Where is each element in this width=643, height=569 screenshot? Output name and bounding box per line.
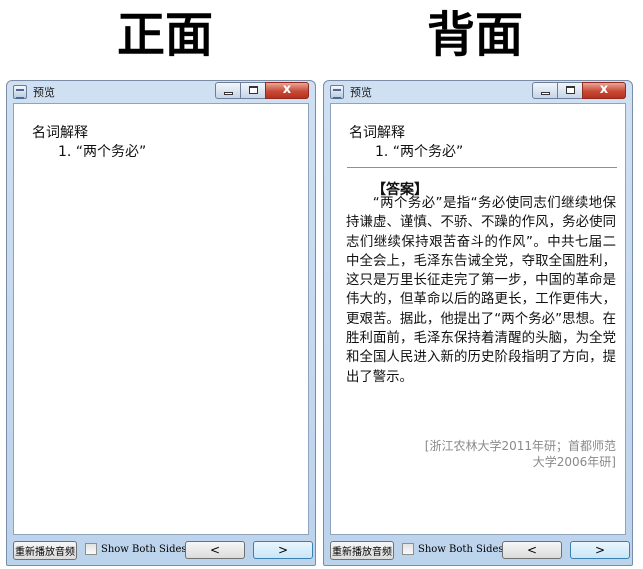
replay-audio-button[interactable]: 重新播放音频 bbox=[13, 541, 77, 560]
window-title: 预览 bbox=[350, 86, 372, 99]
show-both-sides-checkbox[interactable] bbox=[402, 543, 414, 555]
app-icon bbox=[13, 85, 27, 99]
show-both-sides-toggle[interactable]: Show Both Sides bbox=[402, 543, 504, 555]
card-content: 名词解释 1. “两个务必” 【答案】 “两个务必”是指“务必使同志们继续地保持… bbox=[330, 103, 626, 535]
card-prompt: 1. “两个务必” bbox=[375, 144, 464, 160]
window-controls: x bbox=[532, 82, 626, 99]
bottom-bar: 重新播放音频 Show Both Sides < > bbox=[7, 535, 315, 565]
show-both-sides-label: Show Both Sides bbox=[101, 543, 187, 555]
minimize-button[interactable] bbox=[215, 82, 241, 99]
preview-window-back: 预览 x 名词解释 1. “两个务必” 【答案】 “两个务必”是指“务必使同志们… bbox=[323, 80, 633, 566]
bottom-bar: 重新播放音频 Show Both Sides < > bbox=[324, 535, 632, 565]
minimize-button[interactable] bbox=[532, 82, 558, 99]
previous-button[interactable]: < bbox=[502, 541, 562, 559]
close-icon: x bbox=[599, 82, 609, 97]
answer-text: “两个务必”是指“务必使同志们继续地保持谦虚、谨慎、不骄、不躁的作风，务必使同志… bbox=[346, 196, 616, 385]
app-icon bbox=[330, 85, 344, 99]
minimize-icon bbox=[224, 92, 233, 95]
back-side-label: 背面 bbox=[426, 7, 523, 63]
window-title: 预览 bbox=[33, 86, 55, 99]
maximize-button[interactable] bbox=[557, 82, 583, 99]
replay-audio-button[interactable]: 重新播放音频 bbox=[330, 541, 394, 560]
front-side-label: 正面 bbox=[116, 7, 213, 63]
card-word: 名词解释 bbox=[32, 125, 88, 141]
card-word: 名词解释 bbox=[349, 125, 405, 141]
card-content: 名词解释 1. “两个务必” bbox=[13, 103, 309, 535]
close-icon: x bbox=[282, 82, 292, 97]
show-both-sides-checkbox[interactable] bbox=[85, 543, 97, 555]
window-controls: x bbox=[215, 82, 309, 99]
show-both-sides-label: Show Both Sides bbox=[418, 543, 504, 555]
close-button[interactable]: x bbox=[265, 82, 309, 99]
next-button[interactable]: > bbox=[570, 541, 630, 559]
answer-source: [浙江农林大学2011年研；首都师范大学2006年研] bbox=[424, 439, 616, 469]
minimize-icon bbox=[541, 92, 550, 95]
maximize-icon bbox=[566, 86, 575, 94]
answer-divider bbox=[347, 167, 617, 168]
maximize-button[interactable] bbox=[240, 82, 266, 99]
title-bar[interactable]: 预览 x bbox=[324, 81, 632, 103]
title-bar[interactable]: 预览 x bbox=[7, 81, 315, 103]
previous-button[interactable]: < bbox=[185, 541, 245, 559]
maximize-icon bbox=[249, 86, 258, 94]
next-button[interactable]: > bbox=[253, 541, 313, 559]
close-button[interactable]: x bbox=[582, 82, 626, 99]
preview-window-front: 预览 x 名词解释 1. “两个务必” 重新播放音频 Show Both Sid… bbox=[6, 80, 316, 566]
show-both-sides-toggle[interactable]: Show Both Sides bbox=[85, 543, 187, 555]
card-prompt: 1. “两个务必” bbox=[58, 144, 147, 160]
